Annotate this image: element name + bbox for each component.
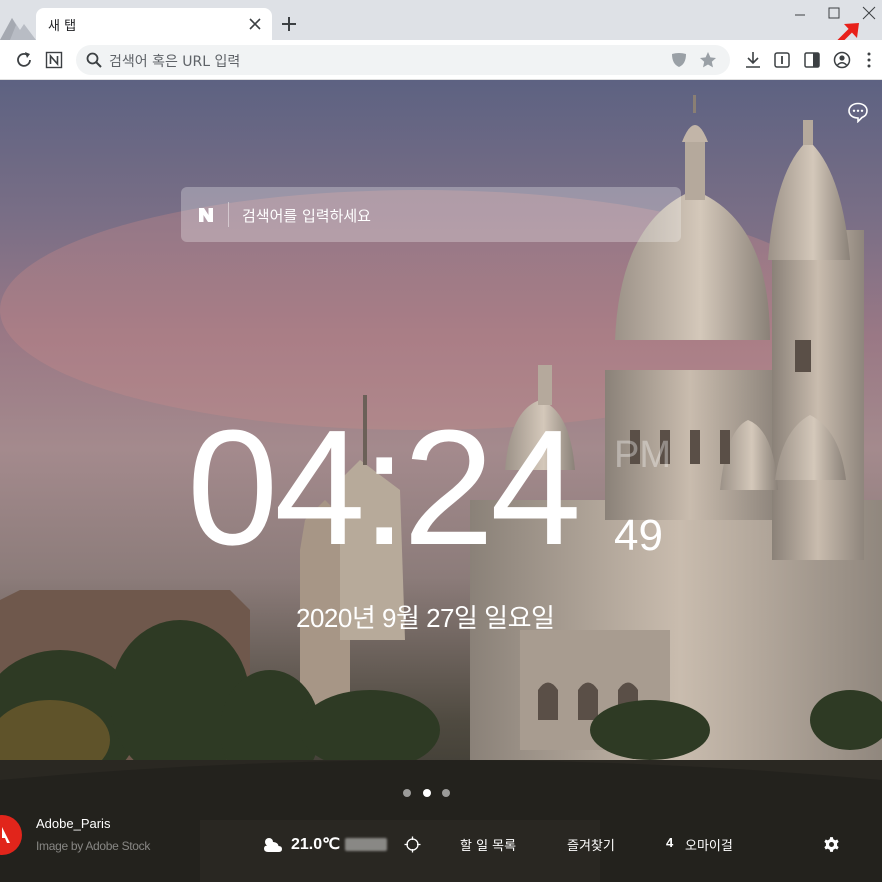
slide-dot[interactable] — [403, 789, 411, 797]
clock-ampm: PM — [614, 434, 671, 476]
naver-logo-icon — [199, 208, 213, 222]
profile-icon[interactable] — [831, 49, 853, 71]
minimize-icon[interactable] — [788, 4, 812, 22]
temperature[interactable]: 21.0℃ — [291, 834, 340, 854]
todo-link[interactable]: 할 일 목록 — [460, 835, 516, 854]
gear-icon[interactable] — [822, 835, 841, 854]
adobe-logo-icon[interactable] — [0, 815, 22, 855]
slide-dot-active[interactable] — [423, 789, 431, 797]
reader-icon[interactable] — [771, 49, 793, 71]
browser-toolbar: 검색어 혹은 URL 입력 — [0, 40, 882, 80]
slide-dot[interactable] — [442, 789, 450, 797]
close-tab-icon[interactable] — [246, 15, 264, 33]
location-target-icon[interactable] — [404, 836, 421, 853]
new-tab-plus-icon[interactable] — [279, 14, 299, 34]
naver-home-icon[interactable] — [43, 49, 65, 71]
search-divider — [228, 202, 229, 227]
tab-new-tab[interactable]: 새 탭 — [36, 8, 272, 40]
tab-strip: 새 탭 — [0, 0, 882, 47]
chat-bubble-icon[interactable] — [847, 101, 869, 123]
new-tab-page: 검색어를 입력하세요 04:24 PM 49 2020년 9월 27일 일요일 … — [0, 80, 882, 882]
cloudy-icon — [264, 838, 282, 852]
favorites-link[interactable]: 즐겨찾기 — [567, 835, 615, 854]
clock-date: 2020년 9월 27일 일요일 — [296, 603, 555, 633]
reload-icon[interactable] — [13, 49, 35, 71]
search-placeholder: 검색어를 입력하세요 — [242, 207, 371, 225]
sidebar-icon[interactable] — [801, 49, 823, 71]
photo-credit-source: Image by Adobe Stock — [36, 839, 151, 853]
slide-indicator — [403, 789, 453, 799]
menu-more-icon[interactable] — [858, 49, 880, 71]
shield-icon[interactable] — [670, 51, 688, 69]
photo-credit-author[interactable]: Adobe_Paris — [36, 816, 110, 831]
tab-title: 새 탭 — [48, 19, 77, 34]
bookmark-star-icon[interactable] — [698, 50, 718, 70]
clock-seconds: 49 — [614, 511, 663, 560]
location-name-blurred — [345, 838, 387, 851]
naver-search-box[interactable]: 검색어를 입력하세요 — [181, 187, 681, 242]
omai-link[interactable]: 오마이걸 — [685, 835, 733, 854]
search-icon — [86, 52, 102, 68]
download-icon[interactable] — [742, 49, 764, 71]
address-bar[interactable]: 검색어 혹은 URL 입력 — [76, 45, 730, 75]
omai-count-badge: 4 — [666, 835, 674, 850]
clock-time: 04:24 — [187, 396, 581, 579]
address-placeholder: 검색어 혹은 URL 입력 — [109, 54, 241, 70]
browser-logo-icon — [0, 18, 36, 40]
